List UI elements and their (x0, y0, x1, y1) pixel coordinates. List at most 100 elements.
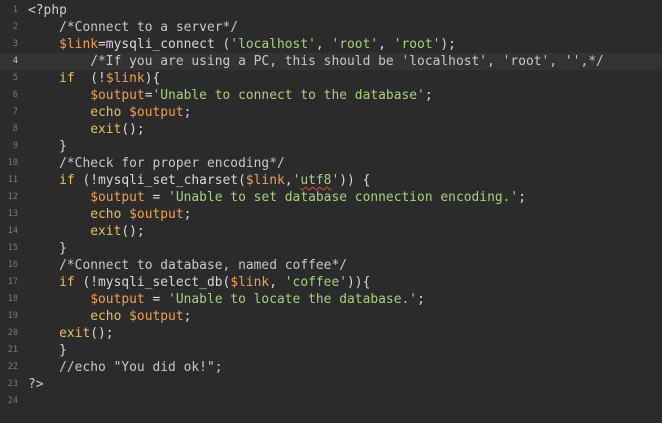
code-token: ); (440, 37, 456, 52)
code-line[interactable]: 14 exit(); (0, 223, 662, 240)
keyword-token: echo (90, 105, 122, 120)
code-line[interactable]: 2 /*Connect to a server*/ (0, 19, 662, 36)
comment-token: /*If you are using a PC, this should be … (90, 54, 604, 69)
code-token: = (144, 88, 153, 103)
php-tag: ?> (28, 377, 44, 392)
code-token: ; (424, 88, 433, 103)
code-token: = (144, 190, 169, 205)
variable-token: $link (230, 275, 270, 290)
code-line[interactable]: 18 $output = 'Unable to locate the datab… (0, 291, 662, 308)
code-line[interactable]: 5 if (!$link){ (0, 70, 662, 87)
code-token: ; (518, 190, 526, 205)
code-text: /*Connect to database, named coffee*/ (28, 257, 347, 274)
code-token: ; (417, 292, 425, 307)
line-number: 13 (7, 209, 18, 219)
code-line[interactable]: 21 } (0, 342, 662, 359)
code-line[interactable]: 23 ?> (0, 376, 662, 393)
line-number: 16 (7, 260, 18, 270)
variable-token: $output (129, 207, 184, 222)
code-text: $output = 'Unable to locate the database… (28, 291, 425, 308)
keyword-token: if (59, 71, 75, 86)
code-token: ){ (144, 71, 161, 86)
code-line[interactable]: 1 <?php (0, 2, 662, 19)
code-token: (!mysqli_select_db( (74, 275, 231, 290)
code-text: /*Connect to a server*/ (28, 19, 238, 36)
code-text: echo $output; (28, 206, 191, 223)
code-line[interactable]: 7 echo $output; (0, 104, 662, 121)
string-token: 'coffee' (284, 275, 348, 290)
code-line[interactable]: 22 //echo "You did ok!"; (0, 359, 662, 376)
code-line[interactable]: 13 echo $output; (0, 206, 662, 223)
line-number: 1 (12, 5, 18, 15)
line-number: 14 (7, 226, 18, 236)
code-token: )) { (339, 173, 371, 188)
code-text: if (!$link){ (28, 70, 160, 87)
code-line[interactable]: 11 if (!mysqli_set_charset($link,'utf8')… (0, 172, 662, 189)
code-line[interactable]: 4 /*If you are using a PC, this should b… (0, 53, 662, 70)
line-number: 20 (7, 328, 18, 338)
code-line[interactable]: 24 (0, 393, 662, 410)
comment-token: /*Connect to a server*/ (59, 20, 239, 35)
code-line[interactable]: 15 } (0, 240, 662, 257)
code-line[interactable]: 19 echo $output; (0, 308, 662, 325)
code-line[interactable]: 10 /*Check for proper encoding*/ (0, 155, 662, 172)
string-token: 'Unable to locate the database.' (168, 292, 418, 307)
code-token: , (269, 275, 285, 290)
code-token: (); (121, 122, 145, 137)
variable-token: $link (59, 37, 99, 52)
code-text: /*Check for proper encoding*/ (28, 155, 285, 172)
code-token: (); (121, 224, 145, 239)
code-line[interactable]: 20 exit(); (0, 325, 662, 342)
code-line[interactable]: 16 /*Connect to database, named coffee*/ (0, 257, 662, 274)
code-text: //echo "You did ok!"; (28, 359, 223, 376)
line-number: 6 (12, 90, 18, 100)
code-editor[interactable]: 1 <?php 2 /*Connect to a server*/3 $link=m… (0, 0, 662, 423)
comment-token: /*Check for proper encoding*/ (59, 156, 285, 171)
code-text: if (!mysqli_select_db($link, 'coffee')){ (28, 274, 370, 291)
string-token: 'root' (393, 37, 441, 52)
keyword-token: if (59, 173, 75, 188)
code-text: exit(); (28, 223, 145, 240)
code-line[interactable]: 8 exit(); (0, 121, 662, 138)
code-text: ?> (28, 376, 44, 393)
code-token: ; (183, 309, 192, 324)
misspelled-string-token: utf8 (300, 173, 332, 188)
variable-token: $output (90, 88, 145, 103)
code-line[interactable]: 17 if (!mysqli_select_db($link, 'coffee'… (0, 274, 662, 291)
variable-token: $output (90, 292, 145, 307)
code-token: ; (183, 105, 192, 120)
line-number: 4 (12, 56, 18, 66)
code-token: } (59, 343, 67, 358)
code-line[interactable]: 9 } (0, 138, 662, 155)
code-token: (! (74, 71, 106, 86)
line-number: 23 (7, 379, 18, 389)
code-text: /*If you are using a PC, this should be … (28, 53, 604, 70)
line-number: 2 (12, 22, 18, 32)
code-line[interactable]: 12 $output = 'Unable to set database con… (0, 189, 662, 206)
code-token: =mysqli_connect ( (98, 37, 231, 52)
code-line[interactable]: 6 $output='Unable to connect to the data… (0, 87, 662, 104)
line-number: 9 (12, 141, 18, 151)
line-number: 22 (7, 362, 18, 372)
code-text: } (28, 240, 67, 257)
line-number: 5 (12, 73, 18, 83)
code-token: )){ (347, 275, 371, 290)
variable-token: $output (129, 105, 184, 120)
line-number: 12 (7, 192, 18, 202)
code-line[interactable]: 3 $link=mysqli_connect ('localhost', 'ro… (0, 36, 662, 53)
keyword-token: exit (90, 224, 122, 239)
line-number: 21 (7, 345, 18, 355)
